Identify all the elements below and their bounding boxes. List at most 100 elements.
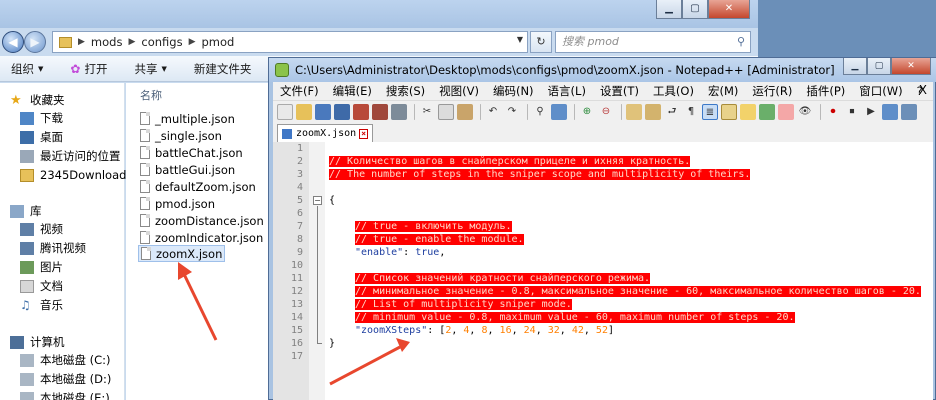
comment: // true - enable the module. — [355, 234, 524, 245]
open-file-icon[interactable] — [296, 103, 312, 120]
menu-macro[interactable]: 宏(M) — [708, 83, 738, 99]
minimize-button[interactable]: ▁ — [843, 58, 867, 75]
close-button[interactable]: ✕ — [708, 0, 750, 19]
save-all-icon[interactable] — [334, 103, 350, 120]
sidebar-item-documents[interactable]: 文档 — [20, 277, 63, 295]
file-item[interactable]: zoomIndicator.json — [140, 229, 263, 246]
new-file-icon[interactable] — [277, 103, 293, 120]
doc-map-icon[interactable] — [740, 103, 756, 120]
close-button[interactable]: ✕ — [891, 58, 931, 75]
search-input[interactable]: 搜索 pmod ⚲ — [555, 31, 751, 53]
sidebar-item-desktop[interactable]: 桌面 — [20, 128, 63, 146]
open-button[interactable]: ✿ 打开 — [70, 61, 107, 77]
back-button[interactable]: ◀ — [2, 31, 24, 53]
menu-view[interactable]: 视图(V) — [439, 83, 479, 99]
indent-guide-icon[interactable]: ≣ — [702, 103, 718, 120]
menu-search[interactable]: 搜索(S) — [386, 83, 425, 99]
sidebar-item-favorites[interactable]: ★ 收藏夹 — [10, 91, 65, 109]
maximize-button[interactable]: ▢ — [867, 58, 891, 75]
stop-macro-icon[interactable]: ⏹ — [844, 104, 860, 120]
sidebar-item-videos[interactable]: 视频 — [20, 220, 63, 238]
word-wrap-icon[interactable]: ⮐ — [664, 104, 680, 120]
refresh-button[interactable]: ↻ — [530, 31, 552, 53]
sidebar-item-music[interactable]: ♫ 音乐 — [20, 296, 63, 314]
file-icon — [141, 247, 151, 260]
play-macro-icon[interactable]: ▶ — [863, 104, 879, 120]
monitoring-icon[interactable]: 👁 — [797, 104, 813, 120]
file-item[interactable]: defaultZoom.json — [140, 178, 256, 195]
redo-icon[interactable]: ↷ — [504, 104, 520, 120]
language-icon[interactable] — [721, 103, 737, 120]
file-item[interactable]: pmod.json — [140, 195, 215, 212]
print-icon[interactable] — [391, 103, 407, 120]
breadcrumb-pmod[interactable]: pmod — [201, 35, 234, 49]
sidebar-item-2345downloads[interactable]: 2345Downloads — [20, 166, 132, 184]
sidebar-item-drive-d[interactable]: 本地磁盘 (D:) — [20, 370, 111, 388]
fold-collapse-icon[interactable]: − — [313, 196, 322, 205]
sidebar-item-downloads[interactable]: 下载 — [20, 109, 63, 127]
close-file-icon[interactable] — [353, 103, 369, 120]
file-item[interactable]: battleGui.json — [140, 161, 235, 178]
address-bar[interactable]: ▶ mods ▶ configs ▶ pmod ▼ — [52, 31, 528, 53]
run-macro-multiple-icon[interactable] — [882, 103, 898, 120]
chevron-down-icon[interactable]: ▼ — [517, 35, 523, 44]
minimize-button[interactable]: ▁ — [656, 0, 682, 19]
zoom-out-icon[interactable]: ⊖ — [598, 104, 614, 120]
menu-encoding[interactable]: 编码(N) — [493, 83, 534, 99]
folder-as-workspace-icon[interactable] — [778, 103, 794, 120]
breadcrumb-mods[interactable]: mods — [91, 35, 123, 49]
organize-button[interactable]: 组织 ▼ — [11, 61, 43, 77]
share-button[interactable]: 共享 ▼ — [134, 61, 166, 77]
menu-settings[interactable]: 设置(T) — [600, 83, 639, 99]
save-macro-icon[interactable] — [901, 103, 917, 120]
code-area[interactable]: // Количество шагов в снайперском прицел… — [325, 142, 933, 400]
zoom-in-icon[interactable]: ⊕ — [579, 104, 595, 120]
sidebar-label: 最近访问的位置 — [40, 149, 121, 163]
sidebar-item-drive-e[interactable]: 本地磁盘 (E:) — [20, 389, 110, 400]
sync-horizontal-icon[interactable] — [645, 103, 661, 120]
sidebar-item-computer[interactable]: 计算机 — [10, 333, 65, 351]
close-tab-icon[interactable]: × — [359, 128, 369, 139]
close-all-icon[interactable] — [372, 103, 388, 120]
sidebar-item-libraries[interactable]: 库 — [10, 202, 42, 220]
file-item[interactable]: battleChat.json — [140, 144, 243, 161]
record-macro-icon[interactable]: ⏺ — [825, 104, 841, 120]
menu-file[interactable]: 文件(F) — [280, 83, 319, 99]
sync-vertical-icon[interactable] — [626, 103, 642, 120]
menu-run[interactable]: 运行(R) — [752, 83, 792, 99]
find-icon[interactable]: ⚲ — [532, 104, 548, 120]
paste-icon[interactable] — [457, 103, 473, 120]
search-icon[interactable]: ⚲ — [737, 32, 745, 52]
undo-icon[interactable]: ↶ — [485, 104, 501, 120]
save-icon[interactable] — [315, 103, 331, 120]
file-item[interactable]: _single.json — [140, 127, 222, 144]
menu-tools[interactable]: 工具(O) — [653, 83, 694, 99]
menu-window[interactable]: 窗口(W) — [859, 83, 902, 99]
cut-icon[interactable]: ✂ — [419, 104, 435, 120]
forward-button[interactable]: ▶ — [24, 31, 46, 53]
menu-plugins[interactable]: 插件(P) — [806, 83, 845, 99]
json-key: "enable" — [355, 247, 404, 258]
tab-zoomx-json[interactable]: zoomX.json × — [277, 124, 374, 142]
maximize-button[interactable]: ▢ — [682, 0, 708, 19]
new-folder-button[interactable]: 新建文件夹 — [194, 61, 252, 77]
function-list-icon[interactable] — [759, 103, 775, 120]
file-item[interactable]: _multiple.json — [140, 110, 235, 127]
code-editor[interactable]: 1 2 3 4 5 6 7 8 9 10 11 12 13 14 15 16 1… — [273, 142, 933, 400]
file-icon — [140, 146, 150, 159]
sidebar-item-pictures[interactable]: 图片 — [20, 258, 63, 276]
sidebar-item-recent[interactable]: 最近访问的位置 — [20, 147, 121, 165]
menu-edit[interactable]: 编辑(E) — [333, 83, 372, 99]
copy-icon[interactable] — [438, 103, 454, 120]
replace-icon[interactable] — [551, 103, 567, 120]
menu-language[interactable]: 语言(L) — [548, 83, 586, 99]
sidebar-item-drive-c[interactable]: 本地磁盘 (C:) — [20, 351, 111, 369]
breadcrumb-configs[interactable]: configs — [141, 35, 182, 49]
show-all-characters-icon[interactable]: ¶ — [683, 104, 699, 120]
close-document-icon[interactable]: X — [919, 83, 927, 97]
json-number: 32 — [547, 325, 560, 336]
file-item[interactable]: zoomDistance.json — [140, 212, 264, 229]
sidebar-item-tencent-video[interactable]: 腾讯视频 — [20, 239, 86, 257]
column-header-name[interactable]: 名称 — [140, 87, 162, 103]
file-item-selected[interactable]: zoomX.json — [138, 245, 226, 262]
